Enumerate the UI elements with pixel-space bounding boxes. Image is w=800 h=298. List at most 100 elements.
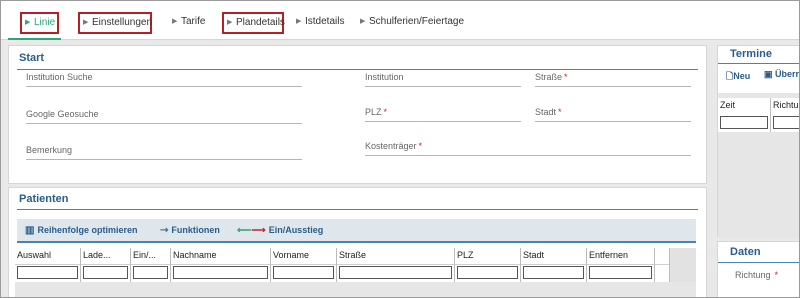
caret-right-icon: ▶ [227,19,233,26]
uebernehmen-label: Überr [775,69,800,79]
termine-title-rule [718,63,799,64]
column-nachname: Nachname [171,248,271,282]
active-tab-indicator [8,38,61,40]
bemerkung-label: Bemerkung [26,145,73,155]
tab-istdetails-label: Istdetails [305,16,345,27]
tab-istdetails[interactable]: ▶ Istdetails [293,12,344,34]
kostentraeger-field[interactable]: Kostenträger * [365,136,691,156]
patienten-toolbar: ▥ Reihenfolge optimieren ⇾ Funktionen ⟵⟶ Ei… [17,219,696,243]
column-header[interactable]: Straße [339,250,366,260]
richtung-label: Richtung [735,270,771,280]
strasse-field[interactable]: Straße * [535,67,691,87]
patienten-grid: Auswahl Lade... Ein/... Nachname Vorname… [15,248,696,282]
filter-input-lade[interactable] [83,266,128,279]
filter-input-ein[interactable] [133,266,168,279]
daten-panel: Daten Richtung * [717,241,799,297]
neu-button[interactable]: 🗋Neu [726,69,750,85]
caret-right-icon: ▶ [25,19,31,26]
tab-schulferien-label: Schulferien/Feiertage [369,16,465,27]
filter-input-plz[interactable] [457,266,518,279]
institution-suche-field[interactable]: Institution Suche [26,67,302,87]
patienten-title: Patienten [19,193,69,205]
caret-right-icon: ▶ [360,18,366,25]
filter-input-strasse[interactable] [339,266,452,279]
daten-title: Daten [730,246,761,258]
column-header[interactable]: Ein/... [133,250,156,260]
kostentraeger-label: Kostenträger [365,141,417,151]
uebernehmen-button[interactable]: ▣ Überr [764,69,799,80]
grid-scrollbar[interactable] [669,248,696,282]
termine-column-zeit: Zeit [718,98,771,132]
tab-linie-label: Linie [34,17,56,28]
column-plz: PLZ [455,248,521,282]
tab-tarife-label: Tarife [181,16,206,27]
save-icon: ▣ [764,69,773,79]
column-header[interactable]: Lade... [83,250,111,260]
funktionen-label: Funktionen [171,225,220,235]
column-ein: Ein/... [131,248,171,282]
map-icon: ▥ [25,225,35,236]
column-auswahl: Auswahl [15,248,81,282]
tab-plandetails[interactable]: ▶ Plandetails [222,12,285,34]
filter-input-richtung[interactable] [773,116,799,129]
start-title: Start [19,52,45,64]
plz-field[interactable]: PLZ * [365,102,521,122]
window-frame: ▶ Linie ▶ Einstellungen ▶ Tarife ▶ Plandetai… [0,0,800,298]
tab-tarife[interactable]: ▶ Tarife [169,12,205,34]
strasse-label: Straße [535,72,563,82]
required-marker: * [558,107,562,117]
neu-label: Neu [733,71,751,81]
caret-right-icon: ▶ [172,18,178,25]
tab-plandetails-label: Plandetails [236,17,285,28]
filter-input-zeit[interactable] [720,116,768,129]
required-marker: * [564,72,568,82]
start-panel: Start Institution Suche Institution Stra… [8,45,707,184]
stadt-field[interactable]: Stadt * [535,102,691,122]
plz-label: PLZ [365,107,382,117]
reihenfolge-label: Reihenfolge optimieren [37,225,138,235]
tab-schulferien[interactable]: ▶ Schulferien/Feiertage [357,12,464,34]
ein-ausstieg-button[interactable]: ⟵⟶ Ein/Ausstieg [237,225,323,236]
column-header[interactable]: Stadt [523,250,544,260]
termine-column-richtung: Richtu [771,98,799,132]
column-header[interactable]: PLZ [457,250,474,260]
tab-linie[interactable]: ▶ Linie [20,12,59,34]
required-marker: * [774,270,779,280]
column-header[interactable]: Entfernen [589,250,628,260]
richtung-field[interactable]: Richtung * [735,270,778,280]
google-geosuche-field[interactable]: Google Geosuche [26,104,302,124]
column-strasse: Straße [337,248,455,282]
column-header[interactable]: Nachname [173,250,217,260]
tab-einstellungen[interactable]: ▶ Einstellungen [78,12,152,34]
tab-bar: ▶ Linie ▶ Einstellungen ▶ Tarife ▶ Plandetai… [1,1,799,40]
grid-body [15,282,696,297]
caret-right-icon: ▶ [83,19,89,26]
caret-right-icon: ▶ [296,18,302,25]
column-lade: Lade... [81,248,131,282]
column-header[interactable]: Richtu [773,100,799,110]
filter-input-vorname[interactable] [273,266,334,279]
stadt-label: Stadt [535,107,557,117]
patienten-title-rule [17,209,698,210]
institution-field[interactable]: Institution [365,67,521,87]
funktionen-button[interactable]: ⇾ Funktionen [160,225,220,236]
arrow-right-icon: ⇾ [160,225,169,236]
column-header[interactable]: Vorname [273,250,309,260]
bemerkung-field[interactable]: Bemerkung [26,140,302,160]
daten-title-rule [718,262,799,263]
filter-input-nachname[interactable] [173,266,268,279]
einausstieg-label: Ein/Ausstieg [268,225,324,235]
filter-input-entfernen[interactable] [589,266,652,279]
institution-label: Institution [365,72,404,82]
filter-input-stadt[interactable] [523,266,584,279]
column-header[interactable]: Auswahl [17,250,51,260]
required-marker: * [383,107,388,117]
column-header[interactable]: Zeit [720,100,735,110]
column-stadt: Stadt [521,248,587,282]
reihenfolge-optimieren-button[interactable]: ▥ Reihenfolge optimieren [25,225,137,236]
tab-einstellungen-label: Einstellungen [92,17,153,28]
swap-arrows-icon: ⟵⟶ [237,225,266,236]
filter-input-auswahl[interactable] [17,266,78,279]
google-geosuche-label: Google Geosuche [26,109,99,119]
column-entfernen: Entfernen [587,248,655,282]
